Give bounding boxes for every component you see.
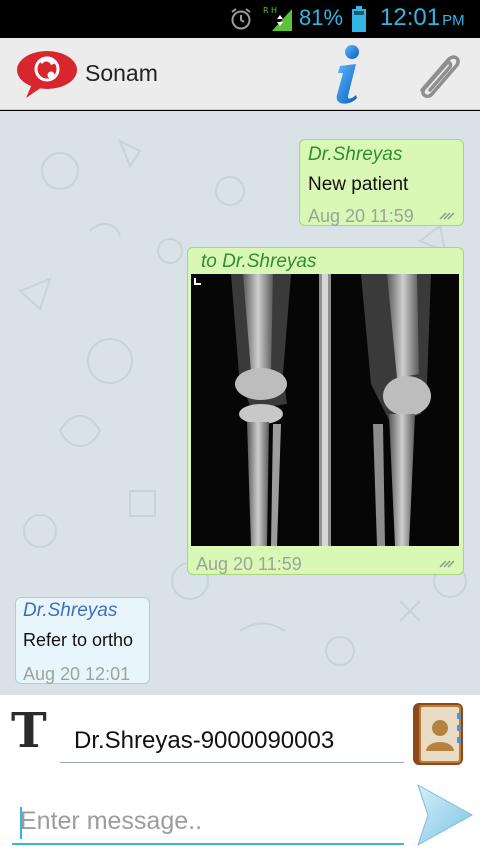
send-arrow-icon[interactable] [414,783,474,847]
message-bubble-outgoing[interactable]: Dr.Shreyas New patient Aug 20 11:59 [299,139,464,226]
svg-text:R: R [263,6,269,15]
battery-percent: 81% [299,5,344,30]
signal-icon: R H [263,6,292,31]
message-text: Refer to ortho [23,630,134,650]
contacts-book-icon[interactable] [411,701,465,767]
text-cursor [20,807,22,839]
message-sender: to Dr.Shreyas [201,251,317,272]
status-time: 12:01 PM [380,4,465,31]
recipient-value: Dr.Shreyas-9000090003 [74,727,335,754]
battery-icon [352,6,366,32]
compose-panel: T Dr.Shreyas-9000090003 [0,695,480,854]
text-format-icon[interactable]: T [11,703,47,759]
message-bubble-outgoing[interactable]: to Dr.Shreyas Aug 20 11:59 [187,247,464,575]
conversation-header: Sonam [0,38,480,110]
delivered-ticks-icon [439,212,455,220]
message-timestamp: Aug 20 11:59 [308,206,414,226]
message-timestamp: Aug 20 11:59 [196,554,302,574]
message-timestamp: Aug 20 12:01 [23,664,131,684]
info-icon[interactable] [330,44,366,106]
app-logo-icon[interactable] [16,48,78,100]
message-input-container [12,795,404,845]
recipient-field[interactable]: Dr.Shreyas-9000090003 [60,717,404,763]
delivered-ticks-icon [439,560,455,568]
message-bubble-incoming[interactable]: Dr.Shreyas Refer to ortho Aug 20 12:01 [15,597,150,684]
contact-name: Sonam [85,60,158,86]
message-sender: Dr.Shreyas [23,600,118,621]
message-sender: Dr.Shreyas [308,144,403,165]
svg-text:H: H [271,6,277,15]
message-list[interactable]: Dr.Shreyas New patient Aug 20 11:59 to D… [0,111,480,695]
status-bar: R H 81% 12:01 PM [0,0,480,38]
xray-image[interactable] [191,274,459,546]
alarm-clock-icon [231,8,251,30]
attach-paperclip-icon[interactable] [408,46,466,104]
message-input[interactable] [20,805,400,837]
message-text: New patient [308,174,409,195]
